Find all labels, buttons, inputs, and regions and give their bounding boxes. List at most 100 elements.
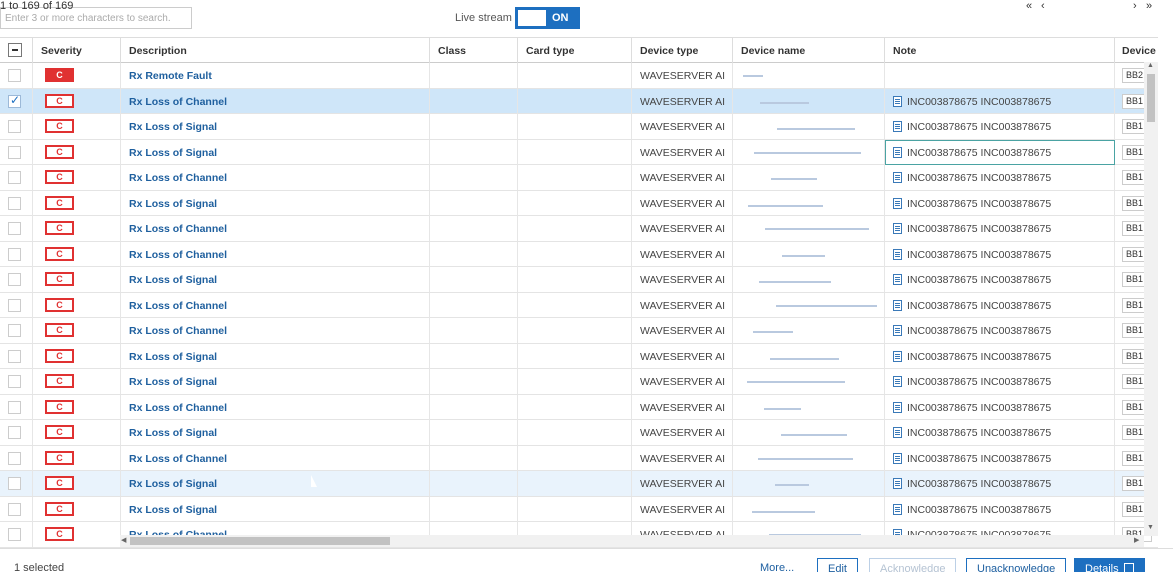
unacknowledge-button[interactable]: Unacknowledge	[966, 558, 1067, 572]
row-checkbox[interactable]	[8, 69, 21, 82]
row-checkbox[interactable]	[8, 375, 21, 388]
note-text: INC003878675 INC003878675	[907, 401, 1052, 414]
note-document-icon[interactable]	[893, 248, 902, 260]
table-row[interactable]: C Rx Remote Fault WAVESERVER AI BB2	[0, 63, 1158, 89]
horizontal-scrollbar[interactable]: ◀ ▶	[120, 535, 1144, 547]
note-document-icon[interactable]	[893, 503, 902, 515]
note-document-icon[interactable]	[893, 223, 902, 234]
alarm-description-link[interactable]: Rx Loss of Signal	[129, 351, 217, 363]
column-header-class[interactable]: Class	[430, 38, 518, 63]
table-row[interactable]: C Rx Loss of Signal WAVESERVER AI INC003878…	[0, 420, 1158, 446]
alarm-description-link[interactable]: Rx Loss of Signal	[129, 478, 217, 490]
vertical-scroll-thumb[interactable]	[1147, 74, 1155, 122]
vertical-scrollbar[interactable]: ▲ ▼	[1144, 62, 1158, 536]
note-document-icon[interactable]	[893, 197, 902, 209]
row-checkbox[interactable]	[8, 145, 21, 159]
note-document-icon[interactable]	[893, 401, 902, 413]
row-checkbox[interactable]	[8, 324, 21, 337]
table-row[interactable]: C Rx Loss of Channel WAVESERVER AI INC00387…	[0, 394, 1158, 420]
table-row[interactable]: C Rx Loss of Channel WAVESERVER AI INC00387…	[0, 216, 1158, 242]
row-checkbox[interactable]	[8, 93, 21, 108]
note-document-icon[interactable]	[893, 350, 902, 362]
column-header-device-id[interactable]: Device i	[1115, 38, 1158, 63]
alarm-description-link[interactable]: Rx Loss of Channel	[129, 172, 227, 184]
scroll-down-icon[interactable]: ▼	[1147, 524, 1154, 531]
column-header-description[interactable]: Description	[121, 38, 430, 63]
table-row[interactable]: C Rx Loss of Signal WAVESERVER AI INC003878…	[0, 114, 1158, 140]
row-checkbox[interactable]	[8, 349, 21, 363]
details-button[interactable]: Details	[1074, 558, 1145, 572]
table-row[interactable]: C Rx Loss of Signal WAVESERVER AI INC003878…	[0, 190, 1158, 216]
last-page-icon[interactable]: »	[1146, 0, 1173, 37]
acknowledge-button[interactable]: Acknowledge	[869, 558, 957, 572]
column-header-device-name[interactable]: Device name	[733, 38, 885, 63]
alarm-description-link[interactable]: Rx Loss of Channel	[129, 249, 227, 261]
column-header-severity[interactable]: Severity	[33, 38, 121, 63]
alarm-description-link[interactable]: Rx Loss of Channel	[129, 96, 227, 108]
row-checkbox[interactable]	[8, 196, 21, 210]
table-row[interactable]: C Rx Loss of Signal WAVESERVER AI INC003878…	[0, 471, 1158, 497]
table-row[interactable]: C Rx Loss of Channel WAVESERVER AI INC00387…	[0, 241, 1158, 267]
row-checkbox[interactable]	[8, 222, 21, 235]
alarm-description-link[interactable]: Rx Loss of Channel	[129, 325, 227, 337]
alarm-description-link[interactable]: Rx Loss of Signal	[129, 121, 217, 133]
row-checkbox[interactable]	[8, 477, 21, 490]
row-checkbox[interactable]	[8, 120, 21, 133]
alarm-description-link[interactable]: Rx Loss of Channel	[129, 300, 227, 312]
table-row[interactable]: C Rx Loss of Channel WAVESERVER AI INC00387…	[0, 292, 1158, 318]
row-checkbox[interactable]	[8, 502, 21, 516]
table-row[interactable]: C Rx Loss of Channel WAVESERVER AI INC00387…	[0, 445, 1158, 471]
note-cell: INC003878675 INC003878675	[885, 190, 1115, 216]
table-row[interactable]: C Rx Loss of Signal WAVESERVER AI INC003878…	[0, 267, 1158, 293]
note-document-icon[interactable]	[893, 452, 902, 464]
scroll-right-icon[interactable]: ▶	[1134, 536, 1139, 544]
alarm-description-link[interactable]: Rx Loss of Signal	[129, 504, 217, 516]
row-checkbox[interactable]	[8, 400, 21, 414]
row-checkbox[interactable]	[8, 528, 21, 541]
row-checkbox[interactable]	[8, 171, 21, 184]
edit-button[interactable]: Edit	[817, 558, 858, 572]
alarm-description-link[interactable]: Rx Loss of Signal	[129, 376, 217, 388]
table-row[interactable]: C Rx Loss of Signal WAVESERVER AI INC003878…	[0, 139, 1158, 165]
alarm-description-link[interactable]: Rx Remote Fault	[129, 70, 212, 82]
scroll-up-icon[interactable]: ▲	[1147, 62, 1154, 69]
row-checkbox[interactable]	[8, 298, 21, 312]
table-row[interactable]: C Rx Loss of Signal WAVESERVER AI INC003878…	[0, 369, 1158, 395]
live-stream-toggle[interactable]: ON	[515, 7, 580, 29]
note-document-icon[interactable]	[893, 172, 902, 183]
table-row[interactable]: C Rx Loss of Channel WAVESERVER AI INC00387…	[0, 88, 1158, 114]
select-cell	[0, 139, 33, 165]
column-header-note[interactable]: Note	[885, 38, 1115, 63]
note-document-icon[interactable]	[893, 121, 902, 132]
table-row[interactable]: C Rx Loss of Channel WAVESERVER AI INC00387…	[0, 318, 1158, 344]
note-document-icon[interactable]	[893, 325, 902, 336]
horizontal-scroll-thumb[interactable]	[130, 537, 390, 545]
row-checkbox[interactable]	[8, 247, 21, 261]
device-type-value: WAVESERVER AI	[640, 325, 725, 337]
note-document-icon[interactable]	[893, 274, 902, 285]
alarm-description-link[interactable]: Rx Loss of Signal	[129, 427, 217, 439]
alarm-description-link[interactable]: Rx Loss of Channel	[129, 453, 227, 465]
row-checkbox[interactable]	[8, 426, 21, 439]
more-button[interactable]: More...	[750, 558, 805, 572]
column-header-card-type[interactable]: Card type	[518, 38, 632, 63]
note-document-icon[interactable]	[893, 376, 902, 387]
note-document-icon[interactable]	[893, 146, 902, 158]
row-checkbox[interactable]	[8, 451, 21, 465]
alarm-description-link[interactable]: Rx Loss of Channel	[129, 402, 227, 414]
table-row[interactable]: C Rx Loss of Signal WAVESERVER AI INC003878…	[0, 343, 1158, 369]
alarm-description-link[interactable]: Rx Loss of Signal	[129, 147, 217, 159]
note-document-icon[interactable]	[893, 478, 902, 489]
column-header-device-type[interactable]: Device type	[632, 38, 733, 63]
note-document-icon[interactable]	[893, 95, 902, 107]
select-all-checkbox[interactable]	[8, 43, 22, 57]
table-row[interactable]: C Rx Loss of Signal WAVESERVER AI INC003878…	[0, 496, 1158, 522]
row-checkbox[interactable]	[8, 273, 21, 286]
note-document-icon[interactable]	[893, 427, 902, 438]
alarm-description-link[interactable]: Rx Loss of Channel	[129, 223, 227, 235]
note-document-icon[interactable]	[893, 299, 902, 311]
alarm-description-link[interactable]: Rx Loss of Signal	[129, 198, 217, 210]
alarm-description-link[interactable]: Rx Loss of Signal	[129, 274, 217, 286]
scroll-left-icon[interactable]: ◀	[121, 536, 126, 544]
table-row[interactable]: C Rx Loss of Channel WAVESERVER AI INC00387…	[0, 165, 1158, 191]
